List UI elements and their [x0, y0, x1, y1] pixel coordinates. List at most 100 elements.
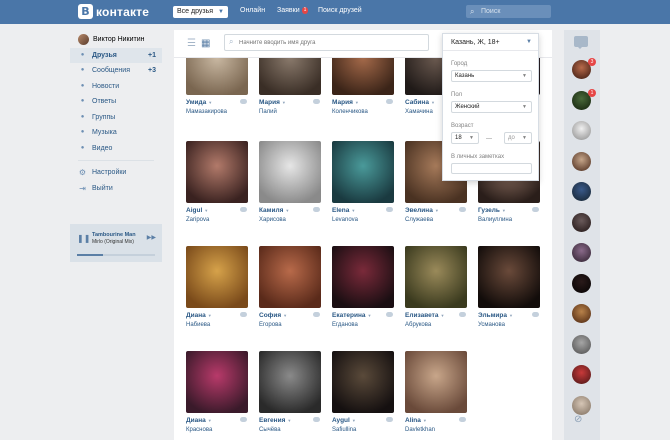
age-from-select[interactable]: 18 ▼ [451, 132, 479, 144]
friend-last-name[interactable]: Палий [259, 109, 329, 115]
chevron-down-icon[interactable]: ▼ [282, 100, 286, 105]
chevron-down-icon[interactable]: ▼ [285, 208, 289, 213]
friend-photo[interactable] [186, 141, 248, 203]
chat-avatar[interactable] [572, 395, 591, 415]
friend-first-name[interactable]: Екатерина [332, 312, 366, 319]
chat-avatar[interactable] [572, 212, 591, 232]
filter-summary[interactable]: Казань, Ж, 18+ ▼ [443, 34, 538, 51]
friend-photo[interactable] [186, 246, 248, 308]
friend-last-name[interactable]: Сычёва [259, 427, 329, 433]
friend-last-name[interactable]: Егданова [332, 322, 402, 328]
chevron-down-icon[interactable]: ▼ [204, 208, 208, 213]
friend-photo[interactable] [332, 351, 394, 413]
nav-requests[interactable]: Заявки 1 [277, 7, 309, 14]
friend-card[interactable]: Elena ▼ Levanova [332, 141, 402, 223]
message-icon[interactable] [459, 417, 466, 422]
friend-photo[interactable] [259, 246, 321, 308]
friend-first-name[interactable]: Мария [259, 99, 280, 106]
friend-card[interactable]: Диана ▼ Набиева [186, 246, 256, 328]
message-icon[interactable] [240, 417, 247, 422]
friend-search-input[interactable] [239, 37, 424, 48]
sidebar-item-3[interactable]: ● Ответы [70, 94, 162, 110]
chevron-down-icon[interactable]: ▼ [287, 418, 291, 423]
chat-avatar[interactable] [572, 182, 591, 201]
friend-card[interactable]: Диана ▼ Краснова [186, 351, 256, 433]
sidebar-item-settings[interactable]: ⚙ Настройки [70, 165, 162, 181]
friend-last-name[interactable]: Levanova [332, 217, 402, 223]
friend-first-name[interactable]: Гузель [478, 207, 500, 214]
message-icon[interactable] [532, 312, 539, 317]
friend-first-name[interactable]: София [259, 312, 281, 319]
message-icon[interactable] [313, 312, 320, 317]
chevron-down-icon[interactable]: ▼ [502, 208, 506, 213]
sidebar-item-profile[interactable]: Виктор Никитин [70, 32, 162, 48]
friend-card[interactable]: Aigul ▼ Zaripova [186, 141, 256, 223]
message-icon[interactable] [240, 312, 247, 317]
chevron-down-icon[interactable]: ▼ [208, 100, 212, 105]
chevron-down-icon[interactable]: ▼ [352, 418, 356, 423]
friend-first-name[interactable]: Мария [332, 99, 353, 106]
friend-last-name[interactable]: Zaripova [186, 217, 256, 223]
chevron-down-icon[interactable]: ▼ [355, 100, 359, 105]
chevron-down-icon[interactable]: ▼ [423, 418, 427, 423]
chevron-down-icon[interactable]: ▼ [368, 313, 372, 318]
friend-photo[interactable] [186, 351, 248, 413]
friend-last-name[interactable]: Davletkhan [405, 427, 475, 433]
friend-card[interactable]: Евгения ▼ Сычёва [259, 351, 329, 433]
friend-first-name[interactable]: Aigul [186, 207, 202, 214]
friend-photo[interactable] [259, 141, 321, 203]
message-icon[interactable] [240, 99, 247, 104]
message-icon[interactable] [313, 207, 320, 212]
friend-last-name[interactable]: Харисова [259, 217, 329, 223]
age-to-select[interactable]: до ▼ [504, 132, 532, 144]
friend-photo[interactable] [332, 58, 394, 95]
mute-icon[interactable]: ⊘ [574, 414, 582, 425]
friend-first-name[interactable]: Elena [332, 207, 349, 214]
friend-card[interactable]: Мария ▼ Коленчикова [332, 58, 402, 115]
message-icon[interactable] [386, 312, 393, 317]
gender-select[interactable]: Женский ▼ [451, 101, 532, 113]
friend-first-name[interactable]: Камиля [259, 207, 283, 214]
chevron-down-icon[interactable]: ▼ [208, 418, 212, 423]
friend-last-name[interactable]: Егорова [259, 322, 329, 328]
chevron-down-icon[interactable]: ▼ [431, 100, 435, 105]
friend-card[interactable]: Камиля ▼ Харисова [259, 141, 329, 223]
pause-icon[interactable]: ❚❚ [77, 234, 90, 243]
nav-online[interactable]: Онлайн [240, 7, 265, 14]
chevron-down-icon[interactable]: ▼ [440, 313, 444, 318]
friends-filter-select[interactable]: Все друзья ▼ [173, 6, 228, 18]
friend-last-name[interactable]: Коленчикова [332, 109, 402, 115]
chevron-down-icon[interactable]: ▼ [283, 313, 287, 318]
friend-last-name[interactable]: Safiullina [332, 427, 402, 433]
friend-photo[interactable] [478, 246, 540, 308]
message-icon[interactable] [313, 99, 320, 104]
friend-last-name[interactable]: Мамазакирова [186, 109, 256, 115]
nav-find-friends[interactable]: Поиск друзей [318, 7, 362, 14]
sidebar-item-6[interactable]: ● Видео [70, 141, 162, 157]
friend-card[interactable]: Екатерина ▼ Егданова [332, 246, 402, 328]
friend-first-name[interactable]: Сабина [405, 99, 429, 106]
sidebar-item-5[interactable]: ● Музыка [70, 125, 162, 141]
friend-search-field[interactable]: ⌕ [224, 34, 429, 51]
sidebar-item-logout[interactable]: ⇥ Выйти [70, 181, 162, 197]
friend-card[interactable]: София ▼ Егорова [259, 246, 329, 328]
chevron-down-icon[interactable]: ▼ [208, 313, 212, 318]
friend-card[interactable]: Эльмира ▼ Усманова [478, 246, 548, 328]
messages-icon[interactable] [574, 36, 588, 49]
message-icon[interactable] [240, 207, 247, 212]
sidebar-item-2[interactable]: ● Новости [70, 79, 162, 95]
global-search-input[interactable]: ⌕ Поиск [466, 5, 551, 18]
chevron-down-icon[interactable]: ▼ [351, 208, 355, 213]
chat-avatar[interactable] [572, 304, 591, 323]
message-icon[interactable] [532, 207, 539, 212]
chevron-down-icon[interactable]: ▼ [435, 208, 439, 213]
chat-avatar[interactable] [572, 121, 591, 140]
friend-card[interactable]: Елизавета ▼ Абрукова [405, 246, 475, 328]
chat-avatar[interactable] [572, 365, 591, 384]
friend-first-name[interactable]: Елизавета [405, 312, 438, 319]
friend-first-name[interactable]: Диана [186, 312, 206, 319]
friend-photo[interactable] [332, 141, 394, 203]
message-icon[interactable] [386, 99, 393, 104]
message-icon[interactable] [386, 417, 393, 422]
friend-card[interactable]: Мария ▼ Палий [259, 58, 329, 115]
